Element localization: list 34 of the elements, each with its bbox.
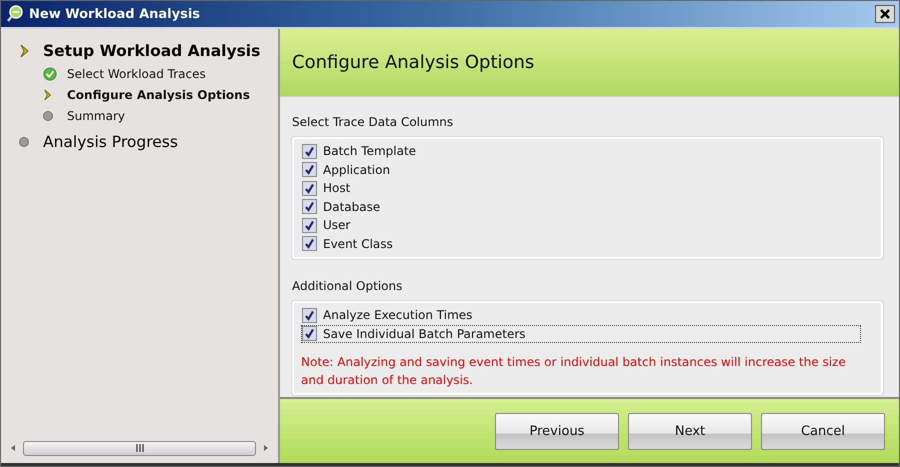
- checkbox-option[interactable]: Analyze Execution Times: [301, 306, 474, 324]
- checkmark-icon: [304, 220, 315, 231]
- step-item: Select Workload Traces: [67, 66, 206, 80]
- checkmark-icon: [304, 201, 315, 212]
- magnifier-icon: [7, 5, 23, 23]
- window-title: New Workload Analysis: [29, 6, 202, 22]
- checkmark-icon: [304, 146, 315, 157]
- checkbox-option[interactable]: Application: [301, 160, 392, 179]
- warning-note: Note: Analyzing and saving event times or individual batch instances will increase the size and duration of the analysis.: [301, 354, 847, 389]
- wizard-button[interactable]: Previous: [495, 412, 619, 450]
- step-item: Configure Analysis Options: [67, 88, 250, 102]
- checkmark-icon: [304, 164, 315, 176]
- step-title: Analysis Progress: [43, 133, 178, 151]
- checkmark-icon: [304, 182, 315, 194]
- checkbox-option[interactable]: Batch Template: [301, 142, 418, 160]
- step-title: Setup Workload Analysis: [43, 42, 260, 60]
- step-item: Summary: [67, 108, 125, 122]
- checkmark-icon: [304, 238, 315, 250]
- wizard-button[interactable]: Cancel: [761, 412, 885, 450]
- scroll-left-icon[interactable]: [9, 444, 17, 452]
- scrollbar-thumb[interactable]: [23, 440, 256, 456]
- checkmark-icon: [304, 328, 315, 340]
- checkbox-option[interactable]: Event Class: [301, 234, 395, 253]
- checkmark-icon: [304, 310, 315, 321]
- section-label: Additional Options: [292, 279, 404, 293]
- checkbox-option[interactable]: Save Individual Batch Parameters: [301, 324, 861, 343]
- close-icon[interactable]: [875, 5, 895, 23]
- scroll-right-icon[interactable]: [262, 444, 270, 452]
- section-label: Select Trace Data Columns: [292, 115, 454, 129]
- checkbox-option[interactable]: User: [301, 216, 352, 234]
- checkbox-option[interactable]: Host: [301, 179, 352, 198]
- wizard-button[interactable]: Next: [628, 412, 752, 450]
- page-title: Configure Analysis Options: [292, 52, 534, 73]
- checkbox-option[interactable]: Database: [301, 198, 382, 216]
